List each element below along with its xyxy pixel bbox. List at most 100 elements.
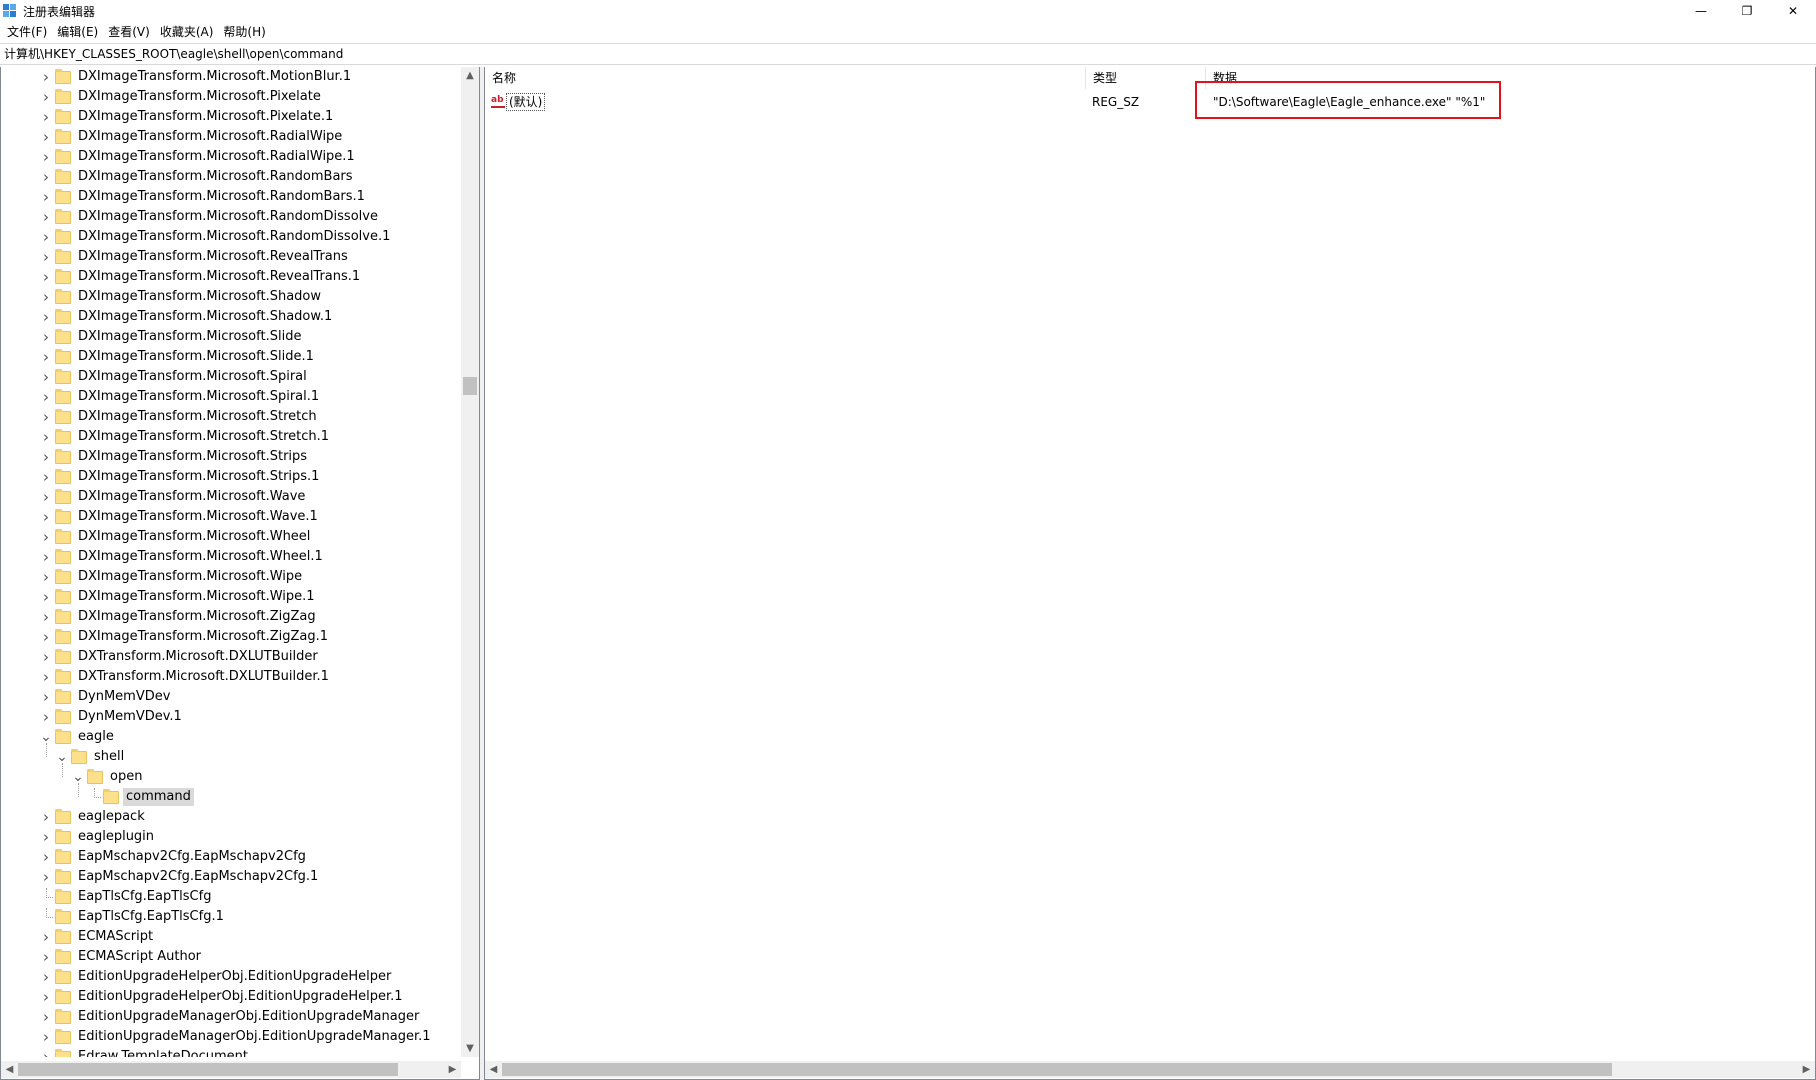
scroll-left-icon[interactable]: ◀ (1, 1061, 18, 1078)
tree-item[interactable]: › DXImageTransform.Microsoft.Pixelate (39, 87, 324, 107)
chevron-right-icon[interactable]: › (39, 147, 53, 167)
chevron-right-icon[interactable]: › (39, 1027, 53, 1047)
chevron-right-icon[interactable]: › (39, 447, 53, 467)
tree-item[interactable]: › DXImageTransform.Microsoft.MotionBlur.1 (39, 67, 354, 87)
chevron-right-icon[interactable]: › (39, 227, 53, 247)
tree-item[interactable]: › EditionUpgradeManagerObj.EditionUpgrade… (39, 1007, 422, 1027)
tree-item[interactable]: › DXImageTransform.Microsoft.Spiral.1 (39, 387, 322, 407)
chevron-right-icon[interactable]: › (39, 407, 53, 427)
tree-item[interactable]: › DXImageTransform.Microsoft.Pixelate.1 (39, 107, 336, 127)
chevron-right-icon[interactable]: › (39, 867, 53, 887)
tree-item[interactable]: › ECMAScript Author (39, 947, 204, 967)
chevron-right-icon[interactable]: › (39, 327, 53, 347)
menu-file[interactable]: 文件(F) (2, 22, 52, 42)
menu-help[interactable]: 帮助(H) (218, 22, 270, 42)
chevron-right-icon[interactable]: › (39, 847, 53, 867)
tree-horizontal-scrollbar[interactable]: ◀ ▶ (1, 1061, 461, 1078)
tree-item[interactable]: › eaglepack (39, 807, 148, 827)
chevron-right-icon[interactable]: › (39, 247, 53, 267)
chevron-right-icon[interactable]: › (39, 287, 53, 307)
tree-item[interactable]: › DXTransform.Microsoft.DXLUTBuilder.1 (39, 667, 332, 687)
tree-item[interactable]: › Edraw.TemplateDocument (39, 1047, 251, 1057)
tree-item[interactable]: EapTlsCfg.EapTlsCfg.1 (39, 907, 227, 927)
tree-item[interactable]: ⌄ open (71, 767, 145, 787)
tree-item[interactable]: › DXImageTransform.Microsoft.Shadow (39, 287, 324, 307)
tree-item[interactable]: › DXImageTransform.Microsoft.RandomDissol… (39, 207, 381, 227)
chevron-right-icon[interactable]: › (39, 507, 53, 527)
tree-item[interactable]: › DXImageTransform.Microsoft.Strips (39, 447, 310, 467)
tree-item[interactable]: › ECMAScript (39, 927, 156, 947)
scroll-up-icon[interactable]: ▲ (461, 67, 479, 84)
chevron-right-icon[interactable]: › (39, 947, 53, 967)
tree-item[interactable]: › DXImageTransform.Microsoft.Wheel.1 (39, 547, 326, 567)
value-name[interactable]: (默认) (506, 93, 546, 111)
tree-vertical-scrollbar[interactable]: ▲ ▼ (461, 67, 479, 1057)
scroll-right-icon[interactable]: ▶ (1798, 1061, 1815, 1078)
tree-item[interactable]: › EditionUpgradeHelperObj.EditionUpgradeH… (39, 987, 406, 1007)
chevron-right-icon[interactable]: › (39, 107, 53, 127)
chevron-right-icon[interactable]: › (39, 987, 53, 1007)
tree-item[interactable]: › DXImageTransform.Microsoft.Stretch.1 (39, 427, 332, 447)
tree-item[interactable]: › DXImageTransform.Microsoft.RevealTrans.… (39, 267, 363, 287)
chevron-right-icon[interactable]: › (39, 127, 53, 147)
tree-item[interactable]: › DynMemVDev (39, 687, 173, 707)
tree-item[interactable]: › DXImageTransform.Microsoft.Wave.1 (39, 507, 321, 527)
chevron-right-icon[interactable]: › (39, 707, 53, 727)
tree-item[interactable]: › DXImageTransform.Microsoft.Slide.1 (39, 347, 317, 367)
chevron-right-icon[interactable]: › (39, 367, 53, 387)
tree-item[interactable]: EapTlsCfg.EapTlsCfg (39, 887, 214, 907)
tree-item[interactable]: › DXImageTransform.Microsoft.Shadow.1 (39, 307, 335, 327)
tree-item[interactable]: › DXTransform.Microsoft.DXLUTBuilder (39, 647, 321, 667)
tree-item[interactable]: › DXImageTransform.Microsoft.Wheel (39, 527, 313, 547)
tree-item[interactable]: command (87, 787, 194, 807)
value-row-default[interactable]: ab (默认) REG_SZ "D:\Software\Eagle\Eagle_… (485, 91, 1815, 113)
restore-button[interactable]: ❐ (1724, 0, 1770, 22)
tree-item[interactable]: ⌄ eagle (39, 727, 117, 747)
tree-item[interactable]: › DynMemVDev.1 (39, 707, 185, 727)
tree-hscroll-thumb[interactable] (18, 1063, 398, 1076)
chevron-right-icon[interactable]: › (39, 187, 53, 207)
chevron-right-icon[interactable]: › (39, 267, 53, 287)
tree-item[interactable]: › DXImageTransform.Microsoft.Slide (39, 327, 304, 347)
chevron-right-icon[interactable]: › (39, 587, 53, 607)
chevron-right-icon[interactable]: › (39, 467, 53, 487)
scroll-down-icon[interactable]: ▼ (461, 1040, 479, 1057)
tree-item[interactable]: › DXImageTransform.Microsoft.RandomBars.1 (39, 187, 368, 207)
tree-item[interactable]: › DXImageTransform.Microsoft.RadialWipe.1 (39, 147, 358, 167)
tree-item[interactable]: › DXImageTransform.Microsoft.RandomBars (39, 167, 356, 187)
chevron-right-icon[interactable]: › (39, 307, 53, 327)
menu-view[interactable]: 查看(V) (103, 22, 155, 42)
tree-item[interactable]: › DXImageTransform.Microsoft.Stretch (39, 407, 320, 427)
chevron-right-icon[interactable]: › (39, 387, 53, 407)
tree-item[interactable]: › DXImageTransform.Microsoft.RadialWipe (39, 127, 345, 147)
chevron-right-icon[interactable]: › (39, 667, 53, 687)
tree-item[interactable]: › EditionUpgradeManagerObj.EditionUpgrade… (39, 1027, 434, 1047)
values-horizontal-scrollbar[interactable]: ◀ ▶ (485, 1061, 1815, 1078)
scroll-left-icon[interactable]: ◀ (485, 1061, 502, 1078)
column-header-name[interactable]: 名称 (485, 67, 1085, 89)
address-bar[interactable]: 计算机\HKEY_CLASSES_ROOT\eagle\shell\open\c… (0, 43, 1816, 65)
tree-item[interactable]: ⌄ shell (55, 747, 127, 767)
chevron-right-icon[interactable]: › (39, 687, 53, 707)
column-header-type[interactable]: 类型 (1086, 67, 1204, 89)
tree-item[interactable]: › EditionUpgradeHelperObj.EditionUpgradeH… (39, 967, 394, 987)
menu-favorites[interactable]: 收藏夹(A) (155, 22, 219, 42)
chevron-right-icon[interactable]: › (39, 927, 53, 947)
chevron-right-icon[interactable]: › (39, 67, 53, 87)
chevron-right-icon[interactable]: › (39, 827, 53, 847)
chevron-right-icon[interactable]: › (39, 487, 53, 507)
chevron-right-icon[interactable]: › (39, 207, 53, 227)
chevron-right-icon[interactable]: › (39, 87, 53, 107)
tree-item[interactable]: › DXImageTransform.Microsoft.Strips.1 (39, 467, 322, 487)
chevron-right-icon[interactable]: › (39, 167, 53, 187)
chevron-right-icon[interactable]: › (39, 1047, 53, 1057)
chevron-right-icon[interactable]: › (39, 967, 53, 987)
chevron-right-icon[interactable]: › (39, 427, 53, 447)
chevron-right-icon[interactable]: › (39, 547, 53, 567)
tree-item[interactable]: › EapMschapv2Cfg.EapMschapv2Cfg.1 (39, 867, 321, 887)
chevron-right-icon[interactable]: › (39, 627, 53, 647)
values-hscroll-thumb[interactable] (502, 1063, 1612, 1076)
chevron-right-icon[interactable]: › (39, 607, 53, 627)
tree-item[interactable]: › DXImageTransform.Microsoft.RevealTrans (39, 247, 351, 267)
minimize-button[interactable]: — (1678, 0, 1724, 22)
